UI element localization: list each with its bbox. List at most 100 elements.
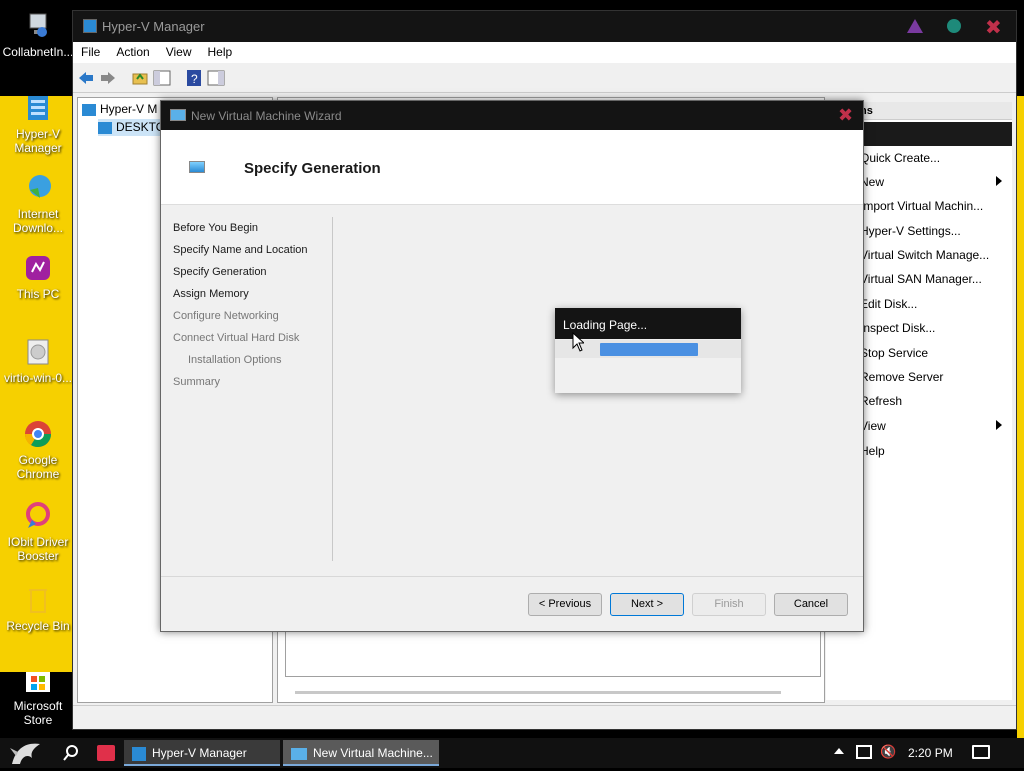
desktop-icon-label: virtio-win-0...: [3, 371, 72, 385]
mouse-cursor-icon: [572, 332, 584, 352]
step-assign-memory[interactable]: Assign Memory: [173, 287, 308, 309]
clock[interactable]: 2:20 PM: [908, 746, 953, 760]
wizard-app-icon: [170, 109, 186, 121]
show-hidden-icons-icon[interactable]: [834, 748, 844, 754]
action-pane-icon[interactable]: [207, 69, 225, 87]
taskbar-item-wizard[interactable]: New Virtual Machine...: [283, 740, 439, 766]
hyperv-title-bar[interactable]: Hyper-V Manager ✖: [73, 11, 1016, 42]
action-virtual-switch-manager[interactable]: Virtual Switch Manage...: [860, 248, 989, 262]
submenu-arrow-icon: [996, 176, 1002, 186]
action-inspect-disk[interactable]: Inspect Disk...: [860, 321, 935, 335]
close-icon[interactable]: ✖: [985, 15, 1002, 40]
action-hyperv-settings[interactable]: Hyper-V Settings...: [860, 224, 961, 238]
iobit-icon: [22, 500, 54, 532]
desktop-icon-collabnet[interactable]: CollabnetIn...: [2, 10, 74, 59]
step-specify-name[interactable]: Specify Name and Location: [173, 243, 308, 265]
store-icon: [22, 664, 54, 696]
finish-button[interactable]: Finish: [692, 593, 766, 616]
desktop-icon-msstore[interactable]: Microsoft Store: [2, 664, 74, 727]
desktop-icon-label: Recycle Bin: [6, 619, 70, 633]
step-configure-networking[interactable]: Configure Networking: [173, 309, 308, 331]
hyperv-app-icon: [83, 19, 97, 33]
desktop-icon-label: Microsoft Store: [13, 699, 63, 727]
action-virtual-san-manager[interactable]: Virtual SAN Manager...: [860, 272, 982, 286]
recycle-bin-icon: [22, 584, 54, 616]
menu-view[interactable]: View: [158, 42, 200, 59]
footer-divider: [161, 576, 863, 577]
globe-icon: [22, 172, 54, 204]
desktop-icon-label: Google Chrome: [16, 453, 60, 481]
hyperv-icon: [22, 92, 54, 124]
menu-action[interactable]: Action: [108, 42, 157, 59]
action-remove-server[interactable]: Remove Server: [860, 370, 943, 384]
back-arrow-icon[interactable]: [77, 69, 95, 87]
maximize-icon[interactable]: [947, 19, 961, 33]
toolbar: ?: [73, 63, 1016, 93]
start-button-icon[interactable]: [6, 738, 46, 768]
step-connect-vhd[interactable]: Connect Virtual Hard Disk: [173, 331, 308, 353]
step-before-you-begin[interactable]: Before You Begin: [173, 221, 308, 243]
action-edit-disk[interactable]: Edit Disk...: [860, 297, 917, 311]
hyperv-title: Hyper-V Manager: [102, 19, 205, 34]
step-specify-generation[interactable]: Specify Generation: [173, 265, 308, 287]
details-lower-box: [285, 631, 821, 677]
next-button[interactable]: Next >: [610, 593, 684, 616]
wizard-icon: [291, 747, 307, 760]
previous-button[interactable]: < Previous: [528, 593, 602, 616]
horizontal-scrollbar[interactable]: [295, 691, 781, 694]
forward-arrow-icon[interactable]: [99, 69, 117, 87]
pinned-app-icon[interactable]: [97, 745, 115, 761]
submenu-arrow-icon: [996, 420, 1002, 430]
hyperv-icon: [132, 746, 146, 761]
chrome-icon: [22, 418, 54, 450]
minimize-icon[interactable]: [907, 19, 923, 33]
desktop-icon-thispc[interactable]: This PC: [2, 252, 74, 301]
computer-icon: [22, 10, 54, 42]
taskbar-item-hyperv[interactable]: Hyper-V Manager: [124, 740, 280, 766]
desktop-icon-iobit[interactable]: IObit Driver Booster: [2, 500, 74, 563]
desktop-icon-virtio[interactable]: virtio-win-0...: [2, 336, 74, 385]
desktop-icon-label: This PC: [16, 287, 60, 301]
volume-muted-icon[interactable]: 🔇: [880, 744, 896, 760]
tree-root[interactable]: Hyper-V M: [82, 101, 157, 117]
loading-popup: Loading Page...: [555, 308, 741, 393]
this-pc-icon: [22, 252, 54, 284]
wizard-heading: Specify Generation: [244, 160, 381, 177]
network-icon[interactable]: [856, 745, 872, 759]
help-icon[interactable]: ?: [185, 69, 203, 87]
loading-text: Loading Page...: [563, 318, 648, 332]
new-vm-wizard: New Virtual Machine Wizard ✖ Specify Gen…: [160, 100, 864, 632]
desktop-right-edge: [1017, 96, 1024, 738]
desktop-icon-idm[interactable]: Internet Downlo...: [2, 172, 74, 235]
desktop-icon-chrome[interactable]: Google Chrome: [2, 418, 74, 481]
wizard-close-icon[interactable]: ✖: [838, 105, 853, 126]
up-folder-icon[interactable]: [131, 69, 149, 87]
desktop-icon-label: IObit Driver Booster: [7, 535, 69, 563]
steps-divider: [332, 217, 333, 561]
desktop-icon-label: CollabnetIn...: [2, 45, 74, 59]
menu-file[interactable]: File: [73, 42, 108, 59]
wizard-header: Specify Generation: [161, 130, 863, 205]
menu-bar: File Action View Help: [73, 42, 1016, 63]
step-summary[interactable]: Summary: [173, 375, 308, 397]
server-icon: [98, 121, 112, 134]
loading-progress-bar: [600, 343, 698, 356]
wizard-title-bar[interactable]: New Virtual Machine Wizard ✖: [161, 101, 863, 130]
action-stop-service[interactable]: Stop Service: [860, 346, 928, 360]
show-hide-tree-icon[interactable]: [153, 69, 171, 87]
wizard-steps: Before You Begin Specify Name and Locati…: [173, 221, 308, 397]
menu-help[interactable]: Help: [200, 42, 241, 59]
wizard-page-icon: [189, 161, 205, 173]
step-installation-options[interactable]: Installation Options: [173, 353, 308, 375]
action-refresh[interactable]: Refresh: [860, 394, 902, 408]
search-icon[interactable]: [62, 744, 80, 765]
desktop-icon-recycle-bin[interactable]: Recycle Bin: [2, 584, 74, 633]
notification-icon[interactable]: [972, 745, 990, 759]
cancel-button[interactable]: Cancel: [774, 593, 848, 616]
desktop-icon-label: Internet Downlo...: [12, 207, 64, 235]
wizard-title: New Virtual Machine Wizard: [191, 109, 342, 123]
desktop-icon-hyperv[interactable]: Hyper-V Manager: [2, 92, 74, 155]
action-quick-create[interactable]: Quick Create...: [860, 151, 940, 165]
action-import-vm[interactable]: Import Virtual Machin...: [860, 199, 983, 213]
svg-text:?: ?: [191, 72, 198, 86]
